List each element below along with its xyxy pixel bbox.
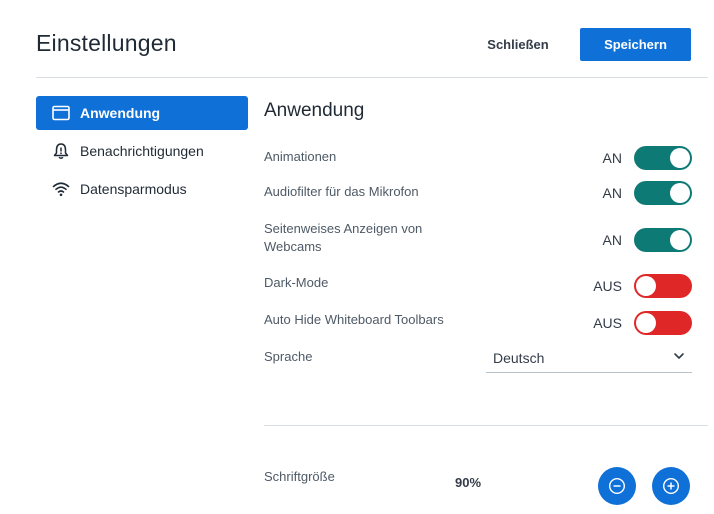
- toggle-knob: [670, 148, 690, 168]
- setting-label: Auto Hide Whiteboard Toolbars: [264, 312, 444, 327]
- setting-label: Sprache: [264, 349, 313, 364]
- header-divider: [36, 77, 708, 78]
- font-size-value: 90%: [455, 475, 482, 490]
- setting-label: Animationen: [264, 149, 337, 164]
- section-title: Anwendung: [264, 100, 365, 121]
- dark-mode-toggle[interactable]: [634, 274, 692, 298]
- setting-label: Dark-Mode: [264, 275, 329, 290]
- toggle-state-label: AN: [602, 185, 622, 201]
- font-size-row: Schriftgröße 90%: [264, 467, 704, 509]
- settings-content: Anwendung Animationen AN Audiofilter für…: [264, 96, 694, 373]
- toggle-state-label: AUS: [593, 315, 622, 331]
- save-button[interactable]: Speichern: [580, 28, 691, 61]
- sidebar-item-anwendung[interactable]: Anwendung: [36, 96, 248, 130]
- toggle-state-label: AUS: [593, 278, 622, 294]
- language-value: Deutsch: [493, 350, 545, 366]
- close-button[interactable]: Schließen: [478, 30, 558, 58]
- sidebar-item-label: Benachrichtigungen: [80, 143, 204, 159]
- content-divider: [264, 425, 708, 426]
- toggle-knob: [636, 313, 656, 333]
- webcams-toggle[interactable]: [634, 228, 692, 252]
- window-icon: [52, 104, 70, 122]
- decrease-font-size-button[interactable]: [598, 467, 636, 505]
- font-size-label: Schriftgröße: [264, 469, 335, 484]
- sidebar-item-label: Anwendung: [80, 105, 161, 121]
- toggle-state-label: AN: [602, 232, 622, 248]
- modal-title: Einstellungen: [36, 30, 177, 56]
- bell-alert-icon: [52, 142, 70, 160]
- wifi-icon: [52, 180, 70, 198]
- animationen-toggle[interactable]: [634, 146, 692, 170]
- minus-circle-icon: [608, 477, 626, 495]
- settings-sidebar: Anwendung Benachrichtigungen Datensparmo…: [36, 96, 248, 210]
- chevron-down-icon: [672, 349, 686, 368]
- whiteboard-toggle[interactable]: [634, 311, 692, 335]
- toggle-knob: [670, 183, 690, 203]
- sidebar-item-datensparmodus[interactable]: Datensparmodus: [36, 172, 248, 206]
- toggle-state-label: AN: [602, 150, 622, 166]
- setting-label: Audiofilter für das Mikrofon: [264, 184, 419, 199]
- sidebar-item-label: Datensparmodus: [80, 181, 187, 197]
- language-select[interactable]: Deutsch: [486, 344, 692, 373]
- setting-label: Seitenweises Anzeigen von Webcams: [264, 221, 423, 254]
- increase-font-size-button[interactable]: [652, 467, 690, 505]
- sidebar-item-benachrichtigungen[interactable]: Benachrichtigungen: [36, 134, 248, 168]
- plus-circle-icon: [662, 477, 680, 495]
- audiofilter-toggle[interactable]: [634, 181, 692, 205]
- toggle-knob: [670, 230, 690, 250]
- settings-modal: Einstellungen Schließen Speichern Anwend…: [0, 0, 714, 514]
- toggle-knob: [636, 276, 656, 296]
